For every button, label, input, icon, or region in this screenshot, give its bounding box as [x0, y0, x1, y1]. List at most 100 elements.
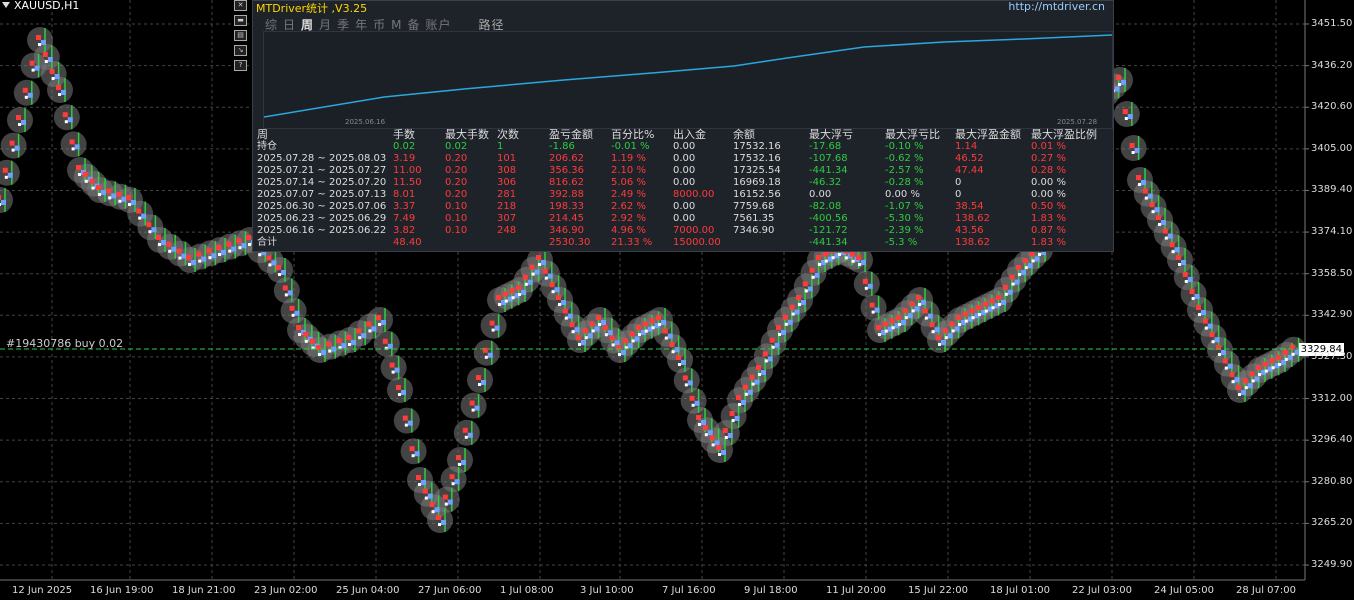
close-icon[interactable]: ✕ — [234, 0, 247, 11]
order-dot — [348, 343, 351, 346]
chart-symbol[interactable]: XAUUSD,H1 — [2, 0, 79, 12]
order-dot — [411, 454, 415, 458]
tab-5[interactable]: 年 — [355, 18, 368, 32]
panel-link[interactable]: http://mtdriver.cn — [1008, 0, 1105, 13]
buy-marker — [634, 336, 640, 342]
order-dot — [971, 316, 975, 320]
order-dot — [871, 310, 875, 314]
order-dot — [904, 316, 908, 320]
buy-marker — [141, 213, 147, 219]
sell-marker — [1156, 215, 1161, 220]
stats-cell: 8.01 — [393, 189, 416, 200]
buy-marker — [1207, 323, 1213, 329]
order-dot — [538, 263, 541, 266]
sell-marker — [336, 338, 342, 344]
sell-marker — [936, 335, 941, 340]
buy-marker — [454, 479, 460, 485]
buy-marker — [34, 65, 40, 71]
tab-9[interactable]: 账户 — [425, 18, 451, 32]
sell-marker — [76, 165, 81, 170]
stats-cell: 合计 — [257, 237, 277, 248]
sell-marker — [509, 288, 515, 294]
stats-row: 2025.07.07 ~ 2025.07.13 8.01 0.20 281 392.88… — [257, 189, 1111, 201]
order-dot — [618, 353, 621, 356]
sell-marker — [156, 235, 161, 240]
arrow-icon[interactable]: ↘ — [234, 45, 247, 56]
order-dot — [291, 313, 295, 317]
order-dot — [58, 93, 61, 96]
stats-cell: -1.86 — [549, 141, 575, 152]
order-dot — [1031, 259, 1035, 263]
stats-cell: 0.00 — [673, 141, 696, 152]
sell-marker — [596, 315, 601, 320]
sell-marker — [962, 311, 968, 317]
order-dot — [1184, 280, 1188, 283]
order-label[interactable]: #19430786 buy 0.02 — [6, 337, 123, 350]
tab-4[interactable]: 季 — [337, 18, 350, 32]
order-dot — [924, 316, 928, 320]
tab-3[interactable]: 月 — [319, 18, 332, 32]
order-dot — [178, 256, 182, 260]
mtdriver-stats-panel: MTDriver统计 ,V3.25 http://mtdriver.cn 综日周… — [252, 0, 1114, 252]
order-dot — [818, 263, 821, 266]
tab-6[interactable]: 币 — [373, 18, 386, 32]
stats-cell: 17532.16 — [733, 153, 781, 164]
stats-row: 2025.06.16 ~ 2025.06.22 3.82 0.10 248 346.90… — [257, 225, 1111, 237]
order-dot — [84, 179, 88, 183]
order-dot — [944, 336, 948, 340]
help-icon[interactable]: ? — [234, 60, 247, 71]
order-dot — [188, 263, 191, 266]
sell-marker — [69, 139, 75, 145]
order-dot — [1011, 282, 1015, 286]
sell-marker — [1116, 75, 1121, 80]
sell-marker — [166, 241, 172, 247]
buy-marker — [761, 370, 766, 375]
buy-marker — [294, 310, 300, 316]
stats-cell: 0.20 — [445, 153, 468, 164]
stats-cell: 1 — [497, 141, 504, 152]
chart-icon[interactable]: ▤ — [234, 30, 247, 41]
tab-8[interactable]: 备 — [407, 18, 420, 32]
sell-marker — [236, 238, 242, 244]
sell-marker — [489, 320, 495, 326]
order-dot — [964, 319, 968, 323]
sell-marker — [582, 328, 588, 334]
sell-marker — [282, 285, 288, 291]
sell-marker — [922, 308, 928, 314]
sell-marker — [89, 178, 95, 184]
tab-2[interactable]: 周 — [301, 18, 314, 32]
price-tick-label: 3451.50 — [1311, 18, 1353, 29]
sell-marker — [22, 87, 28, 93]
tab-0[interactable]: 综 — [265, 18, 278, 32]
time-tick-label: 11 Jul 20:00 — [826, 585, 886, 596]
sell-marker — [376, 315, 381, 320]
minimize-icon[interactable]: ▬ — [234, 15, 247, 26]
stats-header-cell: 周 — [257, 128, 268, 141]
buy-marker — [287, 290, 293, 296]
buy-marker — [907, 313, 913, 319]
buy-marker — [947, 333, 953, 339]
sell-marker — [749, 374, 755, 380]
order-dot — [284, 293, 288, 297]
buy-marker — [461, 460, 466, 465]
stats-cell: 1.19 % — [611, 153, 646, 164]
order-dot — [1278, 363, 1281, 366]
stats-cell: 0.87 % — [1031, 225, 1066, 236]
tab-7[interactable]: M — [391, 18, 402, 32]
stats-cell: 0.10 — [445, 213, 468, 224]
buy-marker — [1201, 310, 1206, 315]
buy-marker — [714, 440, 720, 446]
tab-1[interactable]: 日 — [283, 18, 296, 32]
order-dot — [984, 309, 988, 313]
order-dot — [718, 453, 721, 456]
buy-marker — [1221, 350, 1226, 355]
tab-path[interactable]: 路径 — [479, 18, 505, 32]
stats-header-cell: 最大浮盈金额 — [955, 128, 1021, 141]
sell-marker — [82, 171, 88, 177]
sell-marker — [976, 305, 981, 310]
buy-marker — [567, 313, 573, 319]
stats-cell: 2.92 % — [611, 213, 646, 224]
buy-marker — [661, 320, 666, 325]
order-dot — [24, 95, 28, 99]
sell-marker — [389, 362, 395, 368]
